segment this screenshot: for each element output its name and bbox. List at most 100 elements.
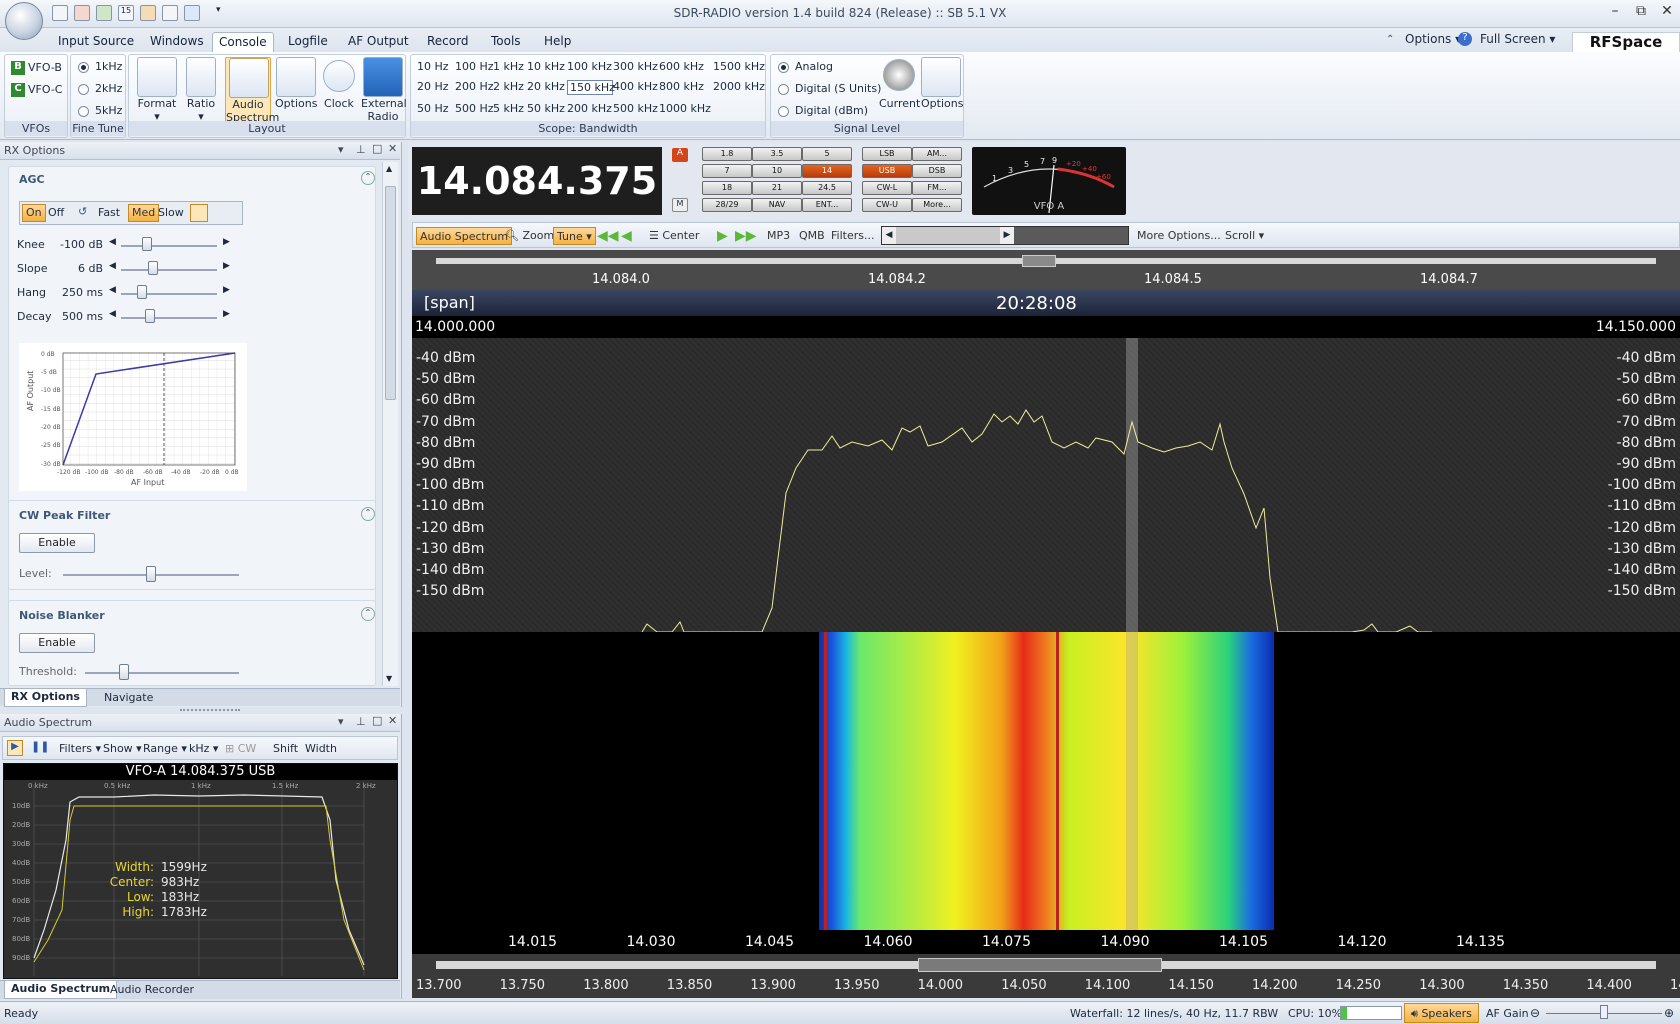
pin-icon[interactable]: ⊥ — [356, 143, 366, 156]
spectrum-window[interactable]: [span] 20:28:08 14.000.000 14.150.000 -4… — [412, 290, 1680, 632]
layout-options-button[interactable]: Options — [275, 57, 317, 110]
fast-forward-icon[interactable]: ▶▶ — [735, 227, 757, 245]
options-menu[interactable]: Options ▾ — [1405, 32, 1461, 46]
agc-param-thumb[interactable] — [147, 261, 158, 275]
bw-20khz[interactable]: 20 kHz — [527, 80, 567, 95]
audio-spectrum-display[interactable]: VFO-A 14.084.375 USB 0 kHz 0.5 kHz 1 kHz… — [3, 763, 398, 979]
band-key-18[interactable]: 18 — [702, 181, 752, 195]
center-button[interactable]: ☰ Center — [649, 227, 699, 245]
mode-key-usb[interactable]: USB — [862, 164, 912, 178]
panel-close-icon[interactable]: ✕ — [388, 142, 397, 155]
bw-10hz[interactable]: 10 Hz — [417, 60, 455, 73]
agc-collapse-icon[interactable]: ⌃ — [361, 171, 375, 185]
current-button[interactable]: Current — [879, 57, 920, 110]
memory-badge[interactable]: M — [672, 198, 688, 212]
bw-150khz[interactable]: 150 kHz — [567, 80, 615, 95]
agc-param-thumb[interactable] — [142, 237, 153, 251]
bw-100khz[interactable]: 100 kHz — [567, 60, 613, 73]
tab-rx-options[interactable]: RX Options — [4, 689, 87, 707]
vfo-c-button[interactable]: VFO-C — [28, 83, 62, 96]
band-scroll-bar[interactable]: 13.700 13.750 13.800 13.850 13.900 13.950 14.0… — [412, 954, 1680, 998]
scroll-right-icon[interactable]: ▶ — [1000, 227, 1014, 244]
band-key-245[interactable]: 24.5 — [802, 181, 852, 195]
band-key-ENT[interactable]: ENT... — [802, 198, 852, 212]
tab-navigate[interactable]: Navigate — [104, 691, 153, 704]
band-key-10[interactable]: 10 — [752, 164, 802, 178]
band-key-2829[interactable]: 28/29 — [702, 198, 752, 212]
agc-med-button[interactable]: Med — [128, 204, 160, 222]
application-orb-button[interactable] — [5, 2, 43, 40]
pause-icon[interactable]: ❚❚ — [31, 740, 49, 753]
waterfall-vfo-marker[interactable] — [1126, 632, 1138, 930]
audio-spectrum-button[interactable]: Audio Spectrum — [225, 57, 279, 125]
clock-button[interactable]: Clock — [319, 57, 359, 110]
band-key-35[interactable]: 3.5 — [752, 147, 802, 161]
fine-tune-1khz-radio[interactable] — [78, 62, 89, 73]
threshold-thumb[interactable] — [118, 664, 129, 680]
fine-tune-5khz-radio[interactable] — [78, 106, 89, 117]
bw-1khz[interactable]: 1 kHz — [493, 60, 527, 73]
tab-af-output[interactable]: AF Output — [342, 32, 415, 52]
bw-50khz[interactable]: 50 kHz — [527, 102, 567, 115]
range-menu[interactable]: Range ▾ — [143, 742, 187, 755]
band-key-7[interactable]: 7 — [702, 164, 752, 178]
vfo-a-badge[interactable]: A — [672, 148, 688, 162]
bw-100hz[interactable]: 100 Hz — [455, 60, 494, 73]
close-button[interactable]: ✕ — [1656, 3, 1678, 23]
tab-audio-spectrum[interactable]: Audio Spectrum — [4, 981, 118, 999]
tab-input-source[interactable]: Input Source — [52, 32, 140, 52]
waterfall-display[interactable] — [412, 632, 1680, 930]
minimize-button[interactable]: – — [1604, 3, 1626, 23]
mode-key-cwu[interactable]: CW-U — [862, 198, 912, 212]
mp3-button[interactable]: MP3 — [767, 227, 790, 245]
bw-200khz[interactable]: 200 kHz — [567, 102, 613, 115]
panel-menu-icon[interactable]: ▾ — [338, 143, 344, 156]
tab-console[interactable]: Console — [212, 32, 274, 52]
frequency-display[interactable]: 14.084.375 — [412, 147, 662, 215]
cw-button[interactable]: ⊞ CW — [225, 742, 256, 755]
slider-left-icon[interactable]: ◀ — [109, 261, 116, 271]
step-forward-icon[interactable]: ▶ — [717, 227, 728, 245]
bw-50hz[interactable]: 50 Hz — [417, 102, 455, 115]
band-key-21[interactable]: 21 — [752, 181, 802, 195]
audio-spectrum-toggle[interactable]: Audio Spectrum — [416, 227, 513, 245]
analog-radio[interactable] — [778, 62, 789, 73]
agc-param-thumb[interactable] — [145, 309, 155, 323]
mode-key-cwl[interactable]: CW-L — [862, 181, 912, 195]
band-key-NAV[interactable]: NAV — [752, 198, 802, 212]
restore-button[interactable]: ⧉ — [1630, 3, 1652, 23]
bw-2khz[interactable]: 2 kHz — [493, 80, 527, 95]
mode-key-am[interactable]: AM... — [912, 147, 962, 161]
af-gain-minus-icon[interactable]: ⊖ — [1530, 1006, 1540, 1020]
bw-800khz[interactable]: 800 kHz — [659, 80, 713, 95]
spectrum-plot[interactable] — [412, 338, 1680, 632]
quick-access-dropdown-icon[interactable]: ▾ — [216, 5, 221, 15]
bw-20hz[interactable]: 20 Hz — [417, 80, 455, 95]
show-menu[interactable]: Show ▾ — [103, 742, 142, 755]
pin-icon[interactable]: ⊥ — [356, 715, 366, 728]
speakers-button[interactable]: 🔊︎ Speakers — [1404, 1003, 1479, 1023]
scroll-down-icon[interactable]: ▼ — [386, 674, 392, 683]
collapse-ribbon-icon[interactable]: ⌃ — [1386, 34, 1394, 45]
mode-key-lsb[interactable]: LSB — [862, 147, 912, 161]
vfo-b-button[interactable]: VFO-B — [28, 61, 62, 74]
bw-600khz[interactable]: 600 kHz — [659, 60, 713, 73]
more-options-button[interactable]: More Options... — [1137, 227, 1221, 245]
rx-options-scrollbar[interactable]: ▲ ▼ — [382, 162, 398, 686]
agc-fast-button[interactable]: Fast — [98, 206, 120, 219]
width-button[interactable]: Width — [305, 742, 337, 755]
slider-left-icon[interactable]: ◀ — [109, 309, 116, 319]
float-icon[interactable]: □ — [372, 714, 382, 727]
bw-2000khz[interactable]: 2000 kHz — [713, 80, 765, 95]
slider-left-icon[interactable]: ◀ — [109, 237, 116, 247]
splitter-grip[interactable] — [180, 709, 240, 711]
full-screen-menu[interactable]: Full Screen ▾ — [1480, 32, 1555, 46]
external-radio-button[interactable]: External Radio — [361, 57, 407, 123]
mode-key-more[interactable]: More... — [912, 198, 962, 212]
band-key-14[interactable]: 14 — [802, 164, 852, 178]
bw-200hz[interactable]: 200 Hz — [455, 80, 494, 95]
band-key-18[interactable]: 1.8 — [702, 147, 752, 161]
tab-help[interactable]: Help — [538, 32, 577, 52]
help-icon[interactable]: ? — [1458, 32, 1472, 46]
tab-tools[interactable]: Tools — [485, 32, 527, 52]
